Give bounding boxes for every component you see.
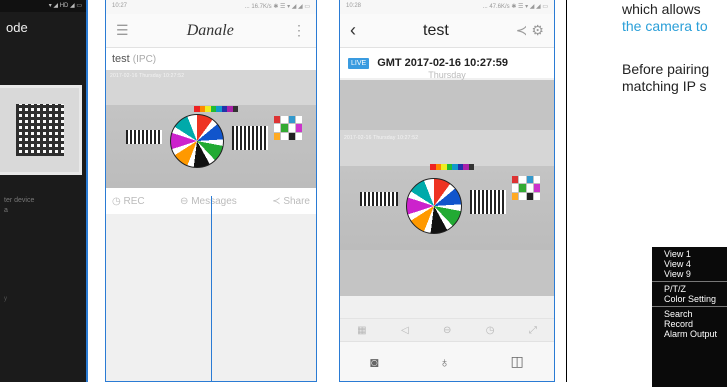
rec-label: REC [123,195,145,207]
column-divider [566,0,567,382]
menu-item-alarm-output[interactable]: Alarm Output [664,329,727,339]
status-time: 10:27 [112,3,128,9]
menu-separator [652,306,727,307]
message-icon[interactable]: ⊖ [443,325,451,336]
device-tag: (IPC) [132,54,157,65]
player-bottom-bar: ◙ ♁ ◫ [340,341,554,381]
status-icons: ... 16.7K/s ✱ ☰ ▾ ◢ ◢ ▭ [244,4,310,10]
screenshot-page: ▾ ◢ HD ◢ ▭ ode ter device a y 10:27 ... … [0,0,727,387]
share-label: Share [283,195,310,207]
qr-scan-frame [0,85,82,175]
test-pattern-grid [126,130,162,144]
messages-label: Messages [191,195,237,207]
scan-footer: y [4,296,7,302]
gmt-timestamp: GMT 2017-02-16 10:27:59 [377,57,509,69]
status-bar: 10:27 ... 16.7K/s ✱ ☰ ▾ ◢ ◢ ▭ [106,0,316,14]
gear-icon[interactable]: ⚙ [531,22,544,38]
scan-title: ode [6,20,28,35]
app-brand: Danale [186,21,234,39]
color-bar-chart [194,106,238,112]
back-icon[interactable]: ‹ [350,20,356,41]
test-pattern-grid-right [232,126,268,150]
clock-icon: ◷ [112,195,124,207]
body-text-line-3: Before pairing [622,61,710,77]
message-icon: ⊖ [180,195,192,207]
status-bar: ▾ ◢ HD ◢ ▭ [0,0,86,12]
body-text-line-2: the camera to [622,18,708,34]
context-menu: View 1 View 4 View 9 P/T/Z Color Setting… [652,247,727,387]
menu-separator [652,281,727,282]
qr-code-icon [16,104,64,156]
menu-item-view-4[interactable]: View 4 [664,259,727,269]
menu-item-color-setting[interactable]: Color Setting [664,294,727,304]
live-header: ‹ test ≺ ⚙ [340,14,554,48]
header-icons: ≺ ⚙ [516,22,544,39]
camera-thumbnail[interactable]: 2017-02-16 Thursday 10:27:52 [106,70,316,188]
status-icons: ... 47.6K/s ✱ ☰ ▾ ◢ ◢ ▭ [482,4,548,10]
clock-icon[interactable]: ◷ [486,325,495,336]
fullscreen-icon[interactable]: ⤢ [529,325,537,336]
menu-item-ptz[interactable]: P/T/Z [664,284,727,294]
video-letterbox-bottom [340,250,554,296]
app-header: ☰ Danale ⋮ [106,14,316,48]
phone-live-view-screen: 10:28 ... 47.6K/s ✱ ☰ ▾ ◢ ◢ ▭ ‹ test ≺ ⚙… [339,0,555,382]
live-badge: LIVE [348,57,370,69]
share-icon: ≺ [272,195,284,207]
menu-item-view-1[interactable]: View 1 [664,249,727,259]
weekday-label: Thursday [428,70,466,80]
device-name: test [112,53,130,65]
scan-hint-line2: a [4,207,8,214]
speaker-icon[interactable]: ◁ [401,325,409,336]
camera-title: test [423,21,449,39]
test-wheel-chart [406,178,462,234]
more-options-icon[interactable]: ⋮ [292,22,306,39]
camera-osd-timestamp: 2017-02-16 Thursday 10:27:52 [344,135,419,141]
annotation-line [211,196,212,382]
video-letterbox-top [340,80,554,130]
device-name-row[interactable]: test (IPC) [106,48,316,70]
camera-osd-timestamp: 2017-02-16 Thursday 10:27:52 [110,73,185,79]
color-bar-chart [430,164,474,170]
test-pattern-grid-right [470,190,506,214]
status-bar: 10:28 ... 47.6K/s ✱ ☰ ▾ ◢ ◢ ▭ [340,0,554,14]
player-controls-bar: ▦ ◁ ⊖ ◷ ⤢ [340,318,554,342]
status-time: 10:28 [346,3,362,9]
body-text-line-4: matching IP s [622,78,707,94]
body-text-line-1: which allows [622,1,701,17]
messages-action[interactable]: ⊖ Messages [180,196,237,207]
share-icon[interactable]: ≺ [516,22,532,38]
scan-hint-line1: ter device [4,197,35,204]
phone-scan-qr-screen: ▾ ◢ HD ◢ ▭ ode ter device a y [0,0,88,382]
menu-item-view-9[interactable]: View 9 [664,269,727,279]
menu-item-search[interactable]: Search [664,309,727,319]
test-pattern-grid [360,192,398,206]
share-action[interactable]: ≺ Share [272,196,310,207]
menu-icon[interactable]: ☰ [116,22,129,39]
live-video-feed[interactable]: 2017-02-16 Thursday 10:27:52 [340,130,554,250]
grid-layout-icon[interactable]: ▦ [357,325,366,336]
menu-item-record[interactable]: Record [664,319,727,329]
color-squares [512,176,540,200]
rec-action[interactable]: ◷ REC [112,196,145,207]
color-squares [274,116,302,140]
record-video-icon[interactable]: ◫ [510,353,523,370]
scan-hint: ter device a [4,196,34,216]
snapshot-icon[interactable]: ◙ [370,354,378,370]
microphone-icon[interactable]: ♁ [439,354,450,370]
test-wheel-chart [170,114,224,168]
